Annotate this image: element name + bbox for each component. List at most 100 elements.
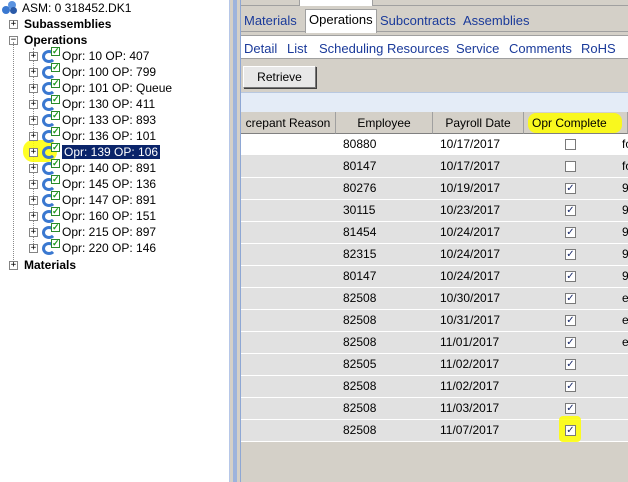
- tab-detail[interactable]: Detail: [241, 39, 280, 60]
- tab-materials[interactable]: Materials: [241, 11, 300, 32]
- opr-complete-checkbox[interactable]: [565, 161, 576, 172]
- table-row[interactable]: 82508 11/01/2017 ✓ e: [241, 332, 628, 354]
- opr-complete-checkbox[interactable]: ✓: [565, 293, 576, 304]
- tree-item-operation[interactable]: + ✓ Opr: 101 OP: Queue: [29, 79, 173, 96]
- opr-complete-checkbox[interactable]: ✓: [565, 249, 576, 260]
- expand-icon[interactable]: +: [29, 51, 38, 61]
- table-row[interactable]: 82508 10/30/2017 ✓ e: [241, 288, 628, 310]
- table-row[interactable]: 80276 10/19/2017 ✓ 9: [241, 178, 628, 200]
- tab-rohs[interactable]: RoHS: [578, 39, 619, 60]
- expand-icon[interactable]: +: [29, 195, 38, 205]
- opr-complete-checkbox[interactable]: [565, 139, 576, 150]
- cell-employee: 82508: [343, 423, 377, 437]
- tree-item-operation[interactable]: + ✓ Opr: 215 OP: 897: [29, 223, 156, 240]
- opr-complete-checkbox[interactable]: ✓: [565, 359, 576, 370]
- operation-label: Opr: 101 OP: Queue: [62, 81, 173, 95]
- table-row[interactable]: 80147 10/17/2017 fo: [241, 156, 628, 178]
- expand-icon[interactable]: +: [29, 163, 38, 173]
- opr-complete-checkbox[interactable]: ✓: [565, 403, 576, 414]
- second-tab-row: Detail List Scheduling Resources Service Com…: [241, 35, 628, 59]
- cell-overflow: e: [622, 335, 628, 349]
- top-strip: [241, 0, 628, 6]
- cell-overflow: e: [622, 291, 628, 305]
- column-header-employee[interactable]: Employee: [336, 112, 433, 134]
- tab-comments[interactable]: Comments: [506, 39, 575, 60]
- opr-complete-checkbox[interactable]: ✓: [565, 205, 576, 216]
- expand-icon[interactable]: +: [29, 99, 38, 109]
- cell-payroll-date: 11/02/2017: [440, 357, 500, 371]
- cell-overflow: fo: [622, 159, 628, 173]
- top-tab-row: Materials Operations Subcontracts Assemblie…: [241, 8, 628, 33]
- tree-item-operation[interactable]: + ✓ Opr: 160 OP: 151: [29, 207, 156, 224]
- cell-payroll-date: 11/02/2017: [440, 379, 500, 393]
- table-row[interactable]: 82508 10/31/2017 ✓ e: [241, 310, 628, 332]
- opr-complete-checkbox[interactable]: ✓: [565, 271, 576, 282]
- tree-item-operation[interactable]: + ✓ Opr: 145 OP: 136: [29, 175, 156, 192]
- tree-item-operation[interactable]: + ✓ Opr: 100 OP: 799: [29, 63, 156, 80]
- opr-complete-checkbox[interactable]: ✓: [565, 227, 576, 238]
- expand-icon[interactable]: +: [29, 179, 38, 189]
- tree-node-subassemblies[interactable]: + Subassemblies: [9, 16, 111, 32]
- retrieve-button[interactable]: Retrieve: [243, 66, 316, 88]
- cell-payroll-date: 10/23/2017: [440, 203, 501, 217]
- tab-list[interactable]: List: [284, 39, 310, 60]
- splitter[interactable]: [229, 0, 241, 482]
- cell-overflow: 9: [622, 225, 628, 239]
- tree-node-operations[interactable]: − Operations: [9, 32, 87, 48]
- tree-item-operation[interactable]: + ✓ Opr: 140 OP: 891: [29, 159, 156, 176]
- operations-label: Operations: [24, 33, 88, 47]
- table-row[interactable]: 80880 10/17/2017 fo: [241, 134, 628, 156]
- expand-icon[interactable]: +: [29, 243, 38, 253]
- opr-complete-checkbox[interactable]: ✓: [565, 183, 576, 194]
- expand-icon[interactable]: +: [9, 19, 18, 29]
- opr-complete-checkbox[interactable]: ✓: [565, 315, 576, 326]
- table-row[interactable]: 82315 10/24/2017 ✓ 9: [241, 244, 628, 266]
- tree-item-operation[interactable]: + ✓ Opr: 220 OP: 146: [29, 239, 157, 256]
- tab-assemblies[interactable]: Assemblies: [460, 11, 532, 32]
- cell-employee: 80880: [343, 137, 377, 151]
- expand-icon[interactable]: +: [29, 131, 38, 141]
- column-header-label: Opr Complete: [532, 116, 607, 130]
- table-row[interactable]: 82508 11/02/2017 ✓: [241, 376, 628, 398]
- tab-subcontracts[interactable]: Subcontracts: [377, 11, 459, 32]
- column-header-discrepant-reason[interactable]: crepant Reason: [241, 112, 336, 134]
- expand-icon[interactable]: +: [29, 83, 38, 93]
- cell-employee: 30115: [343, 203, 376, 217]
- column-header-payroll-date[interactable]: Payroll Date: [433, 112, 524, 134]
- table-row[interactable]: 80147 10/24/2017 ✓ 9: [241, 266, 628, 288]
- opr-complete-checkbox[interactable]: ✓: [565, 337, 576, 348]
- expand-icon[interactable]: +: [29, 211, 38, 221]
- detail-panel: Materials Operations Subcontracts Assemblie…: [241, 0, 628, 482]
- tree-item-operation[interactable]: + ✓ Opr: 133 OP: 893: [29, 111, 157, 128]
- tree-node-materials[interactable]: + Materials: [9, 257, 76, 273]
- tab-service[interactable]: Service: [453, 39, 502, 60]
- expand-icon[interactable]: +: [9, 260, 18, 270]
- tree-item-operation[interactable]: + ✓ Opr: 136 OP: 101: [29, 127, 156, 144]
- operation-label: Opr: 133 OP: 893: [62, 113, 157, 127]
- tree-item-operation[interactable]: + ✓ Opr: 130 OP: 411: [29, 95, 155, 112]
- expand-icon[interactable]: +: [29, 115, 38, 125]
- cell-payroll-date: 11/03/2017: [440, 401, 500, 415]
- cell-employee: 81454: [343, 225, 377, 239]
- expand-icon[interactable]: +: [29, 67, 38, 77]
- opr-complete-checkbox[interactable]: ✓: [565, 425, 576, 436]
- table-row[interactable]: 82505 11/02/2017 ✓: [241, 354, 628, 376]
- table-row[interactable]: 30115 10/23/2017 ✓ 9: [241, 200, 628, 222]
- column-header-opr-complete[interactable]: Opr Complete: [524, 112, 628, 134]
- cell-overflow: 9: [622, 247, 628, 261]
- cell-overflow: 9: [622, 269, 628, 283]
- tree-root[interactable]: ASM: 0 318452.DK1: [2, 0, 131, 16]
- table-row[interactable]: 82508 11/07/2017 ✓: [241, 416, 628, 442]
- operation-label: Opr: 220 OP: 146: [62, 241, 157, 255]
- opr-complete-checkbox[interactable]: ✓: [565, 381, 576, 392]
- expand-icon[interactable]: +: [29, 227, 38, 237]
- tab-scheduling-resources[interactable]: Scheduling Resources: [316, 39, 452, 60]
- expand-icon[interactable]: +: [29, 147, 38, 157]
- tree-item-operation[interactable]: + ✓ Opr: 10 OP: 407: [29, 47, 149, 64]
- cell-employee: 82508: [343, 401, 377, 415]
- tab-operations[interactable]: Operations: [305, 9, 377, 33]
- tree-item-operation[interactable]: + ✓ Opr: 147 OP: 891: [29, 191, 156, 208]
- tree-item-operation[interactable]: + ✓ Opr: 139 OP: 106: [23, 140, 161, 162]
- cell-overflow: 9: [622, 181, 628, 195]
- table-row[interactable]: 81454 10/24/2017 ✓ 9: [241, 222, 628, 244]
